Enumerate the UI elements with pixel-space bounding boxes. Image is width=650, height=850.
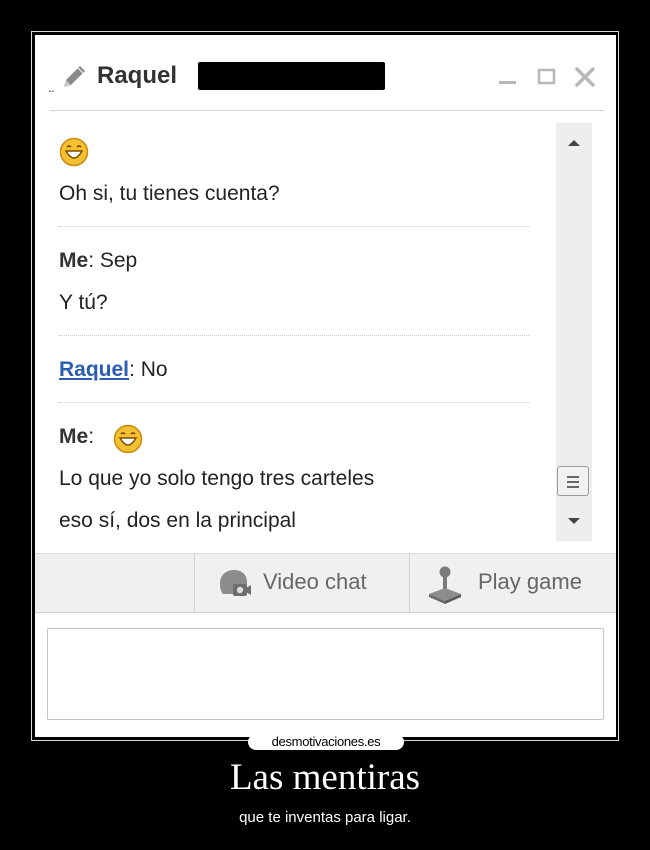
sender-colon: : [88, 249, 95, 272]
scrollbar-thumb[interactable] [557, 466, 589, 496]
video-chat-icon [220, 570, 251, 596]
grip-line [567, 481, 579, 483]
sender-colon: : [88, 425, 95, 448]
message-text: eso sí, dos en la principal [59, 509, 296, 532]
message-line: Me: Sep [59, 249, 137, 273]
message-line: Me: [59, 425, 94, 449]
message-text: Sep [99, 249, 138, 272]
message-text: Y tú? [59, 291, 108, 314]
chat-window: .. Raquel Oh si, tu tienes cuenta? Me: S… [35, 35, 616, 737]
title-prefix: .. [48, 79, 55, 95]
maximize-icon[interactable] [535, 65, 559, 89]
sender-raquel-link[interactable]: Raquel [59, 358, 129, 381]
minimize-icon[interactable] [496, 65, 520, 89]
grip-line [567, 476, 579, 478]
message-text: Lo que yo solo tengo tres carteles [59, 467, 375, 490]
pencil-icon [64, 66, 85, 87]
laughing-smiley-icon [59, 137, 89, 167]
chat-toolbar: Video chat Play game [35, 553, 616, 613]
message-separator [59, 402, 529, 403]
video-chat-button[interactable]: Video chat [195, 554, 409, 612]
laughing-smiley-icon [113, 424, 143, 454]
close-icon[interactable] [573, 65, 597, 89]
poster-subtitle: que te inventas para ligar. [239, 809, 411, 826]
grip-line [567, 486, 579, 488]
watermark: desmotivaciones.es [248, 734, 404, 750]
joystick-icon [429, 566, 461, 604]
chat-title-bar: .. Raquel [35, 35, 616, 111]
play-game-button[interactable]: Play game [410, 554, 616, 612]
message-input[interactable] [47, 628, 604, 720]
scroll-down-arrow-icon[interactable] [567, 516, 581, 526]
title-divider [50, 110, 604, 111]
scroll-up-arrow-icon[interactable] [567, 138, 581, 148]
play-game-label: Play game [478, 569, 582, 594]
message-text: Oh si, tu tienes cuenta? [59, 182, 280, 205]
message-line: Raquel: No [59, 358, 168, 382]
sender-me: Me [59, 425, 89, 448]
sender-me: Me [59, 249, 89, 272]
contact-name: Raquel [97, 62, 178, 89]
poster-title: Las mentiras [229, 757, 421, 798]
message-separator [59, 226, 529, 227]
sender-colon: : [129, 358, 135, 381]
message-separator [59, 335, 529, 336]
redacted-surname [198, 62, 385, 90]
video-chat-label: Video chat [263, 569, 367, 594]
message-text: No [140, 358, 168, 381]
